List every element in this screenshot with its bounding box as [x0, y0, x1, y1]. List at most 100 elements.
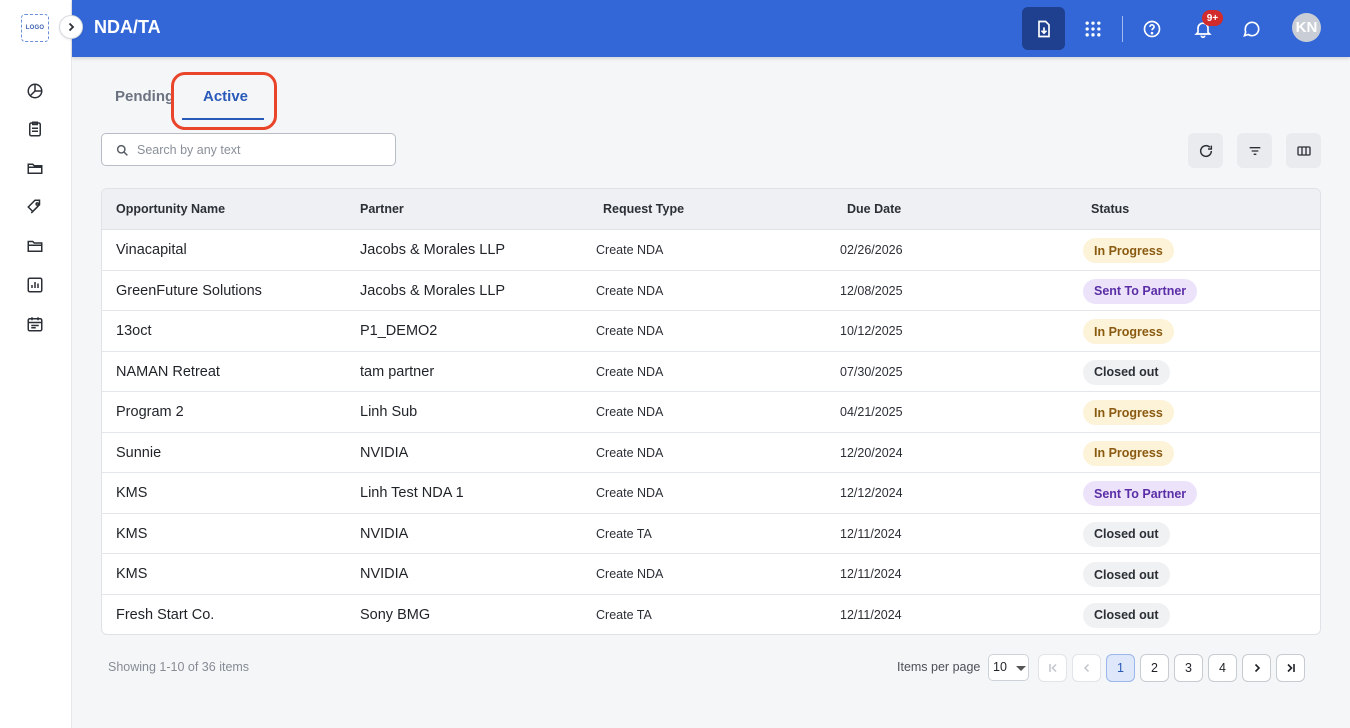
sidebar: LOGO — [0, 0, 72, 728]
status-badge: In Progress — [1083, 400, 1174, 425]
sidebar-item-reports[interactable] — [24, 274, 46, 296]
page-button-1[interactable]: 1 — [1106, 654, 1135, 682]
sidebar-item-requests[interactable] — [24, 118, 46, 140]
partner-name: Linh Sub — [360, 404, 418, 420]
partner-name: NVIDIA — [360, 525, 409, 542]
apps-grid-button[interactable] — [1078, 14, 1108, 44]
status-badge: In Progress — [1083, 319, 1174, 344]
table-row[interactable]: KMS NVIDIA Create NDA 12/11/2024 Closed out — [102, 554, 1320, 595]
due-date: 10/12/2025 — [840, 324, 903, 338]
status-badge: Closed out — [1083, 521, 1170, 547]
table-row[interactable]: GreenFuture Solutions Jacobs & Morales LL… — [102, 271, 1320, 311]
request-type: Create NDA — [596, 243, 664, 257]
request-type: Create TA — [596, 526, 652, 541]
items-per-page-label: Items per page — [897, 660, 981, 674]
columns-button[interactable] — [1286, 133, 1321, 168]
request-type: Create TA — [596, 607, 652, 622]
notification-badge: 9+ — [1202, 10, 1223, 26]
status-badge: Sent To Partner — [1083, 481, 1198, 506]
items-per-page-value: 10 — [993, 660, 1007, 674]
table-header: Opportunity Name Partner Request Type Du… — [102, 189, 1320, 230]
table-row[interactable]: KMS Linh Test NDA 1 Create NDA 12/12/2024 Se… — [102, 473, 1320, 514]
due-date: 07/30/2025 — [840, 364, 903, 379]
opportunity-name: Fresh Start Co. — [116, 606, 215, 623]
refresh-icon — [1199, 144, 1212, 157]
folder-icon — [27, 240, 43, 252]
download-button[interactable] — [1022, 7, 1065, 50]
partner-name: Linh Test NDA 1 — [360, 485, 464, 501]
table-row[interactable]: NAMAN Retreat tam partner Create NDA 07/30/… — [102, 352, 1320, 392]
tab-pending[interactable]: Pending — [115, 88, 174, 105]
table-row[interactable]: Fresh Start Co. Sony BMG Create TA 12/11/20… — [102, 595, 1320, 635]
partner-name: tam partner — [360, 363, 435, 380]
calendar-icon — [27, 317, 43, 332]
first-page-button[interactable] — [1038, 654, 1067, 682]
sidebar-expand-button[interactable] — [59, 15, 83, 39]
help-button[interactable] — [1137, 14, 1167, 44]
sidebar-item-dashboard[interactable] — [24, 80, 46, 102]
table-row[interactable]: Program 2 Linh Sub Create NDA 04/21/2025 In … — [102, 392, 1320, 433]
page-button-2[interactable]: 2 — [1140, 654, 1169, 682]
sidebar-item-partners[interactable] — [24, 196, 46, 218]
search-box[interactable] — [101, 133, 396, 166]
header-divider — [1122, 16, 1123, 42]
sidebar-item-folders[interactable] — [24, 157, 46, 179]
partner-name: NVIDIA — [360, 566, 409, 582]
page-title: NDA/TA — [94, 17, 161, 37]
requests-table: Opportunity Name Partner Request Type Du… — [101, 188, 1321, 635]
showing-count: Showing 1-10 of 36 items — [108, 660, 250, 674]
request-type: Create NDA — [596, 445, 664, 460]
table-row[interactable]: Vinacapital Jacobs & Morales LLP Create ND… — [102, 230, 1320, 271]
columns-icon — [1296, 145, 1311, 156]
page-button-4[interactable]: 4 — [1208, 654, 1237, 682]
tags-icon — [27, 199, 41, 214]
request-type: Create NDA — [596, 364, 664, 379]
sidebar-item-calendar[interactable] — [24, 313, 46, 335]
table-row[interactable]: 13oct P1_DEMO2 Create NDA 10/12/2025 In Prog… — [102, 311, 1320, 352]
opportunity-name: GreenFuture Solutions — [116, 282, 262, 299]
status-badge: Closed out — [1083, 602, 1170, 628]
chevron-right-icon — [68, 22, 75, 32]
page-button-3[interactable]: 3 — [1174, 654, 1203, 682]
due-date: 12/11/2024 — [840, 526, 902, 541]
sidebar-item-documents[interactable] — [24, 235, 46, 257]
partner-name: Jacobs & Morales LLP — [360, 242, 506, 258]
due-date: 04/21/2025 — [840, 405, 903, 419]
table-row[interactable]: KMS NVIDIA Create TA 12/11/2024 Closed out — [102, 514, 1320, 554]
last-page-icon — [1286, 663, 1295, 673]
column-header-status[interactable]: Status — [1091, 202, 1129, 216]
chevron-right-icon — [1254, 663, 1260, 673]
opportunity-name: Program 2 — [116, 404, 184, 420]
bar-chart-icon — [27, 277, 43, 293]
request-type: Create NDA — [596, 405, 664, 419]
search-input[interactable] — [137, 140, 387, 160]
column-header-opportunity[interactable]: Opportunity Name — [116, 202, 225, 216]
caret-down-icon — [1016, 666, 1026, 671]
request-type: Create NDA — [596, 567, 664, 581]
partner-name: NVIDIA — [360, 444, 409, 461]
opportunity-name: KMS — [116, 566, 148, 582]
user-avatar[interactable]: KN — [1292, 13, 1321, 42]
status-badge: In Progress — [1083, 440, 1174, 466]
chat-button[interactable] — [1237, 14, 1267, 44]
last-page-button[interactable] — [1276, 654, 1305, 682]
help-icon — [1143, 20, 1161, 38]
filter-button[interactable] — [1237, 133, 1272, 168]
prev-page-button[interactable] — [1072, 654, 1101, 682]
status-badge: In Progress — [1083, 238, 1174, 263]
chevron-left-icon — [1083, 663, 1089, 673]
next-page-button[interactable] — [1242, 654, 1271, 682]
column-header-due-date[interactable]: Due Date — [847, 202, 901, 216]
status-badge: Sent To Partner — [1083, 278, 1198, 304]
pie-chart-icon — [27, 83, 43, 99]
column-header-partner[interactable]: Partner — [360, 202, 404, 216]
table-row[interactable]: Sunnie NVIDIA Create NDA 12/20/2024 In Progr… — [102, 433, 1320, 473]
column-header-request-type[interactable]: Request Type — [603, 202, 684, 216]
due-date: 12/20/2024 — [840, 445, 903, 460]
items-per-page-select[interactable]: 10 — [988, 654, 1029, 681]
opportunity-name: 13oct — [116, 323, 152, 339]
partner-name: Jacobs & Morales LLP — [360, 282, 506, 299]
folder-open-icon — [27, 163, 43, 174]
due-date: 12/11/2024 — [840, 567, 902, 581]
refresh-button[interactable] — [1188, 133, 1223, 168]
